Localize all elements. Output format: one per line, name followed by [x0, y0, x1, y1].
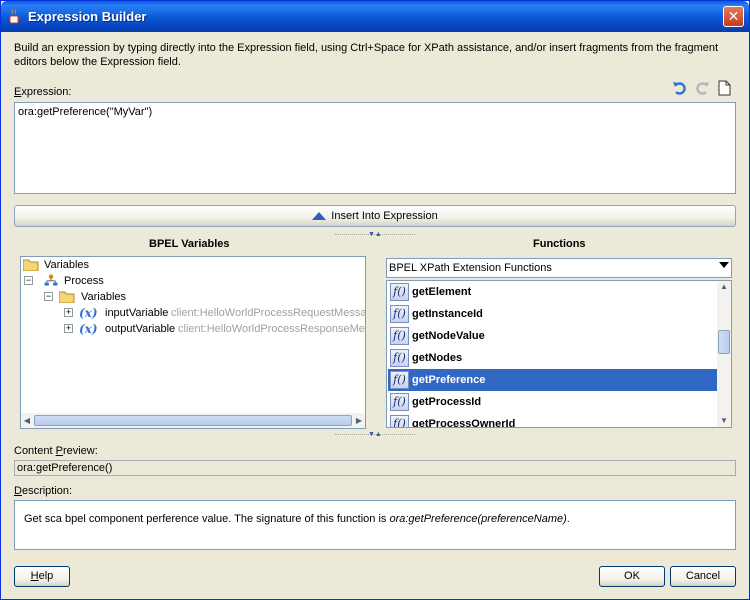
dialog-content: Build an expression by typing directly i… [1, 32, 749, 599]
content-preview-field: ora:getPreference() [14, 460, 736, 476]
expression-field[interactable]: ora:getPreference("MyVar") [14, 102, 736, 194]
horizontal-splitter[interactable]: ▼▲ [335, 431, 415, 438]
function-icon: f() [390, 283, 409, 301]
intro-text: Build an expression by typing directly i… [14, 42, 719, 68]
tree-node-process[interactable]: − Process [23, 273, 223, 289]
scroll-left-icon[interactable]: ◀ [21, 414, 33, 427]
variable-icon: (x) [79, 322, 98, 336]
tree-node-variables[interactable]: − Variables [43, 289, 243, 305]
functions-list[interactable]: f() getElement f() getInstanceId f() get… [386, 280, 732, 428]
collapse-arrows-icon: ▼▲ [368, 431, 382, 438]
function-item-getnodes[interactable]: f() getNodes [388, 347, 719, 369]
vertical-splitter[interactable]: ▼▲ [335, 231, 415, 238]
function-item-getnodevalue[interactable]: f() getNodeValue [388, 325, 719, 347]
new-document-icon[interactable] [716, 80, 732, 96]
description-label: Description: [14, 485, 73, 497]
function-icon: f() [390, 327, 409, 345]
scroll-up-icon[interactable]: ▲ [717, 281, 731, 293]
close-button[interactable]: ✕ [723, 6, 744, 27]
tree-node-input-variable[interactable]: + (x) inputVariable client:HelloWorldPro… [63, 305, 365, 321]
function-category-select[interactable]: BPEL XPath Extension Functions [386, 258, 732, 278]
collapse-icon[interactable]: − [44, 292, 53, 301]
vertical-scrollbar[interactable]: ▲ ▼ [717, 281, 731, 427]
cancel-button[interactable]: Cancel [670, 566, 736, 587]
open-folder-icon [59, 291, 75, 303]
description-field: Get sca bpel component perference value.… [14, 500, 736, 550]
function-item-getpreference[interactable]: f() getPreference [388, 369, 719, 391]
redo-icon[interactable] [694, 80, 710, 96]
insert-into-expression-button[interactable]: Insert Into Expression [14, 205, 736, 227]
scroll-down-icon[interactable]: ▼ [717, 415, 731, 427]
function-icon: f() [390, 349, 409, 367]
up-arrow-icon [312, 212, 327, 220]
help-button[interactable]: Help [14, 566, 70, 587]
dropdown-arrow-icon[interactable] [719, 262, 729, 268]
collapse-icon[interactable]: − [24, 276, 33, 285]
function-icon: f() [390, 415, 409, 427]
function-item-getinstanceid[interactable]: f() getInstanceId [388, 303, 719, 325]
function-item-getelement[interactable]: f() getElement [388, 281, 719, 303]
scroll-right-icon[interactable]: ▶ [353, 414, 365, 427]
content-preview-label: Content Preview: [14, 445, 98, 457]
bpel-variables-tree[interactable]: Variables − Process − Variables + (x) in… [20, 256, 366, 429]
scroll-thumb[interactable] [718, 330, 730, 354]
title-bar[interactable]: Expression Builder ✕ [1, 1, 749, 32]
function-item-getprocessownerid[interactable]: f() getProcessOwnerId [388, 413, 719, 427]
horizontal-scrollbar[interactable]: ◀ ▶ [21, 413, 365, 428]
variable-icon: (x) [79, 306, 98, 320]
expression-label: Expression: [14, 86, 72, 98]
functions-title: Functions [533, 238, 586, 250]
function-icon: f() [390, 393, 409, 411]
function-icon: f() [390, 305, 409, 323]
java-cup-icon [9, 9, 20, 24]
undo-icon[interactable] [672, 80, 688, 96]
expand-icon[interactable]: + [64, 324, 73, 333]
process-icon [44, 274, 58, 286]
tree-node-output-variable[interactable]: + (x) outputVariable client:HelloWorldPr… [63, 321, 365, 337]
scroll-thumb[interactable] [34, 415, 352, 426]
function-icon: f() [390, 371, 409, 389]
collapse-arrows-icon: ▼▲ [368, 231, 382, 238]
window-title: Expression Builder [28, 9, 147, 24]
ok-button[interactable]: OK [599, 566, 665, 587]
open-folder-icon [23, 259, 39, 271]
expand-icon[interactable]: + [64, 308, 73, 317]
expression-builder-dialog: Expression Builder ✕ Build an expression… [0, 0, 750, 600]
bpel-variables-title: BPEL Variables [149, 238, 230, 250]
function-signature: ora:getPreference(preferenceName) [389, 513, 567, 525]
function-item-getprocessid[interactable]: f() getProcessId [388, 391, 719, 413]
